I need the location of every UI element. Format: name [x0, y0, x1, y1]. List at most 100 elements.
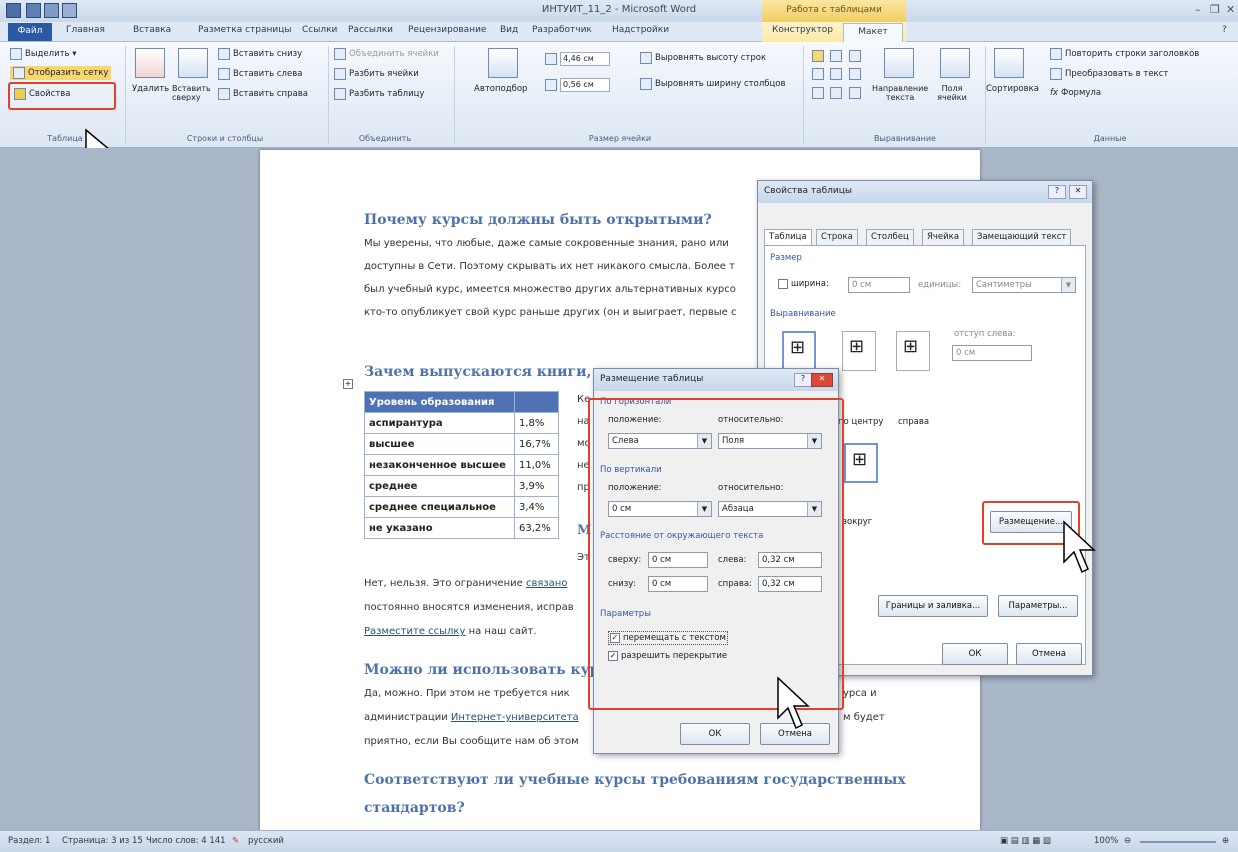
zoom-in-icon[interactable]: ⊕ — [1222, 836, 1229, 846]
view-buttons-icon[interactable]: ▣ ▤ ▥ ▦ ▧ — [1000, 836, 1051, 846]
table-cell[interactable]: 16,7% — [514, 433, 559, 455]
close-icon[interactable]: ✕ — [1226, 3, 1235, 16]
zoom-level[interactable]: 100% — [1094, 836, 1118, 846]
tab-developer[interactable]: Разработчик — [532, 25, 592, 35]
sort-button[interactable]: Сортировка — [986, 84, 1039, 94]
tab-review[interactable]: Рецензирование — [408, 25, 486, 35]
autofit-button[interactable]: Автоподбор — [474, 84, 527, 94]
cell-margins-icon[interactable] — [940, 48, 970, 78]
word-count[interactable]: Число слов: 4 141 — [146, 836, 226, 846]
tab-insert[interactable]: Вставка — [133, 25, 171, 35]
tab-references[interactable]: Ссылки — [302, 25, 337, 35]
insert-left-button[interactable]: Вставить слева — [218, 68, 302, 80]
select-button[interactable]: Выделить ▾ — [10, 48, 77, 60]
table-cell[interactable]: 63,2% — [514, 517, 559, 539]
width-checkbox[interactable]: ширина: — [778, 279, 829, 289]
zoom-slider[interactable] — [1140, 841, 1216, 843]
align-left-option[interactable]: ⊞ — [782, 331, 816, 371]
align-center-option[interactable]: ⊞ — [842, 331, 876, 371]
close-icon[interactable]: ✕ — [811, 373, 833, 387]
align-top-right-icon[interactable] — [848, 50, 861, 62]
table-cell[interactable]: среднее специальное — [364, 496, 515, 518]
tab-layout[interactable]: Макет — [843, 23, 903, 43]
align-bottom-right-icon[interactable] — [848, 86, 861, 99]
split-table-button[interactable]: Разбить таблицу — [334, 88, 424, 100]
tab-alt-text[interactable]: Замещающий текст — [972, 229, 1072, 246]
sort-icon[interactable] — [994, 48, 1024, 78]
table-cell[interactable]: аспирантура — [364, 412, 515, 434]
align-top-left-icon[interactable] — [812, 50, 824, 62]
insert-right-button[interactable]: Вставить справа — [218, 88, 308, 100]
help-icon[interactable]: ? — [1222, 25, 1227, 35]
wrap-around-option[interactable]: ⊞ — [844, 443, 878, 483]
ok-button[interactable]: ОК — [680, 723, 750, 745]
table-move-handle-icon[interactable]: + — [343, 379, 353, 389]
tab-mailings[interactable]: Рассылки — [348, 25, 393, 35]
insert-below-button[interactable]: Вставить снизу — [218, 48, 302, 60]
tab-home[interactable]: Главная — [66, 25, 105, 35]
table-cell[interactable]: не указано — [364, 517, 515, 539]
text-direction-icon[interactable] — [884, 48, 914, 78]
language-indicator[interactable]: русский — [248, 836, 284, 846]
tab-cell[interactable]: Ячейка — [922, 229, 965, 246]
distribute-cols-button[interactable]: Выровнять ширину столбцов — [640, 78, 786, 90]
insert-above-button[interactable]: Вставить сверху — [172, 84, 211, 102]
cell-margins-button[interactable]: Поля ячейки — [932, 84, 972, 102]
indent-field[interactable]: 0 см — [952, 345, 1032, 361]
help-icon[interactable]: ? — [794, 373, 812, 387]
table-cell[interactable]: среднее — [364, 475, 515, 497]
align-center-icon[interactable] — [830, 68, 843, 81]
table-cell[interactable]: 3,4% — [514, 496, 559, 518]
align-middle-right-icon[interactable] — [848, 68, 861, 81]
delete-button[interactable]: Удалить — [132, 84, 169, 94]
repeat-header-button[interactable]: Повторить строки заголовков — [1050, 48, 1199, 60]
align-bottom-center-icon[interactable] — [830, 86, 843, 99]
tab-addins[interactable]: Надстройки — [612, 25, 669, 35]
convert-to-text-button[interactable]: Преобразовать в текст — [1050, 68, 1168, 80]
proofing-icon[interactable]: ✎ — [232, 836, 239, 846]
tab-column[interactable]: Столбец — [866, 229, 914, 246]
page-indicator[interactable]: Страница: 3 из 15 — [62, 836, 143, 846]
insert-above-icon[interactable] — [178, 48, 208, 78]
table-cell[interactable]: 11,0% — [514, 454, 559, 476]
table-cell[interactable]: 1,8% — [514, 412, 559, 434]
width-field[interactable]: 0,56 см — [545, 78, 610, 92]
ok-button[interactable]: ОК — [942, 643, 1008, 665]
view-gridlines-button[interactable]: Отобразить сетку — [10, 66, 112, 80]
restore-icon[interactable]: ❐ — [1210, 3, 1220, 16]
tab-table[interactable]: Таблица — [764, 229, 812, 246]
tab-view[interactable]: Вид — [500, 25, 518, 35]
table-cell[interactable]: незаконченное высшее — [364, 454, 515, 476]
link[interactable]: Интернет-университета — [451, 712, 579, 723]
minimize-icon[interactable]: – — [1195, 3, 1201, 16]
tab-page-layout[interactable]: Разметка страницы — [198, 25, 292, 35]
cancel-button[interactable]: Отмена — [1016, 643, 1082, 665]
table-cell[interactable]: высшее — [364, 433, 515, 455]
table-cell[interactable]: 3,9% — [514, 475, 559, 497]
section-indicator[interactable]: Раздел: 1 — [8, 836, 50, 846]
height-field[interactable]: 4,46 см — [545, 52, 610, 66]
split-cells-button[interactable]: Разбить ячейки — [334, 68, 419, 80]
tab-design[interactable]: Конструктор — [772, 25, 833, 35]
formula-button[interactable]: fx Формула — [1050, 88, 1101, 98]
tab-file[interactable]: Файл — [8, 23, 52, 41]
delete-icon[interactable] — [135, 48, 165, 78]
align-bottom-left-icon[interactable] — [812, 86, 824, 99]
autofit-icon[interactable] — [488, 48, 518, 78]
link[interactable]: Разместите ссылку — [364, 626, 465, 637]
units-select[interactable]: Сантиметры ▼ — [972, 277, 1076, 293]
close-icon[interactable]: ✕ — [1069, 185, 1087, 199]
borders-shading-button[interactable]: Границы и заливка... — [878, 595, 988, 617]
zoom-out-icon[interactable]: ⊖ — [1124, 836, 1131, 846]
distribute-rows-button[interactable]: Выровнять высоту строк — [640, 52, 766, 64]
align-top-center-icon[interactable] — [830, 50, 843, 62]
link[interactable]: связано — [526, 578, 568, 589]
tab-row[interactable]: Строка — [816, 229, 858, 246]
align-middle-left-icon[interactable] — [812, 68, 824, 81]
merge-cells-button[interactable]: Объединить ячейки — [334, 48, 439, 60]
help-icon[interactable]: ? — [1048, 185, 1066, 199]
width-field[interactable]: 0 см — [848, 277, 910, 293]
text-direction-button[interactable]: Направление текста — [872, 84, 928, 102]
align-right-option[interactable]: ⊞ — [896, 331, 930, 371]
options-button[interactable]: Параметры... — [998, 595, 1078, 617]
